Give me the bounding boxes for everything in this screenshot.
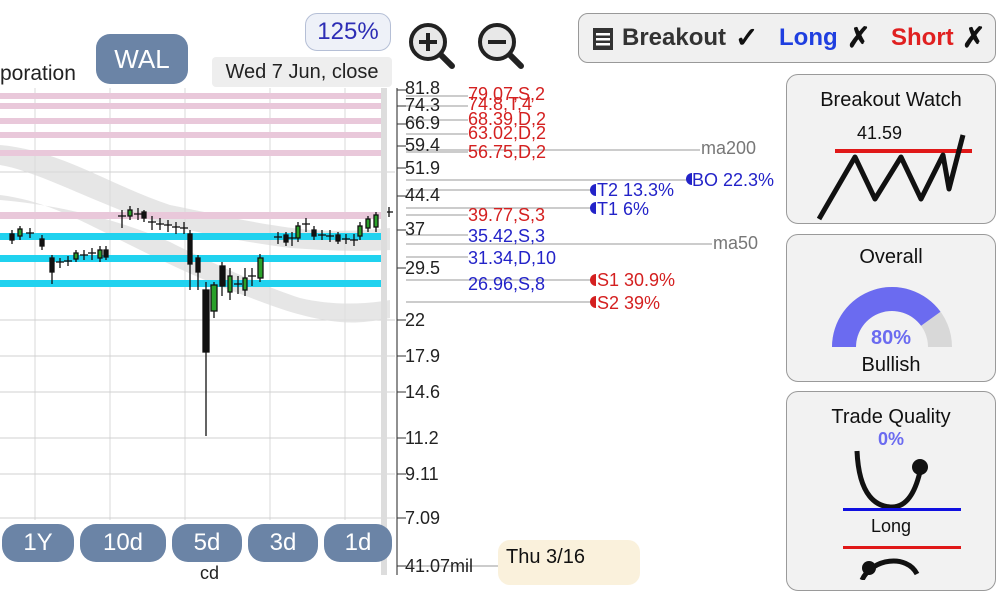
ticker-button[interactable]: WAL: [96, 34, 188, 84]
card-title: Trade Quality: [831, 406, 951, 428]
breakout-check-icon: ✓: [735, 22, 759, 53]
zoom-level-badge[interactable]: 125%: [305, 13, 391, 51]
axis-tick: 11.2: [405, 428, 439, 448]
axis-tick: 17.9: [405, 346, 441, 366]
card-title: Breakout Watch: [820, 89, 962, 111]
breakout-pattern-icon: [817, 134, 972, 221]
long-cross-icon: ✗: [847, 22, 871, 53]
zoom-in-icon[interactable]: [408, 22, 456, 70]
overall-sentiment: Bullish: [861, 354, 921, 376]
zoom-out-icon[interactable]: [477, 22, 525, 70]
short-label[interactable]: Short: [891, 24, 954, 52]
ma200-label: ma200: [701, 138, 757, 158]
level-label: 63.02,D,2: [468, 123, 547, 143]
period-button-5d[interactable]: 5d: [172, 524, 242, 562]
period-button-1d[interactable]: 1d: [324, 524, 392, 562]
axis-tick: 14.6: [405, 382, 441, 402]
axis-tick: 9.11: [405, 464, 439, 484]
date-label: Wed 7 Jun, close: [212, 57, 392, 87]
ma50-label: ma50: [713, 233, 759, 253]
company-name: poration: [0, 62, 76, 85]
period-button-3d[interactable]: 3d: [248, 524, 318, 562]
level-label: 31.34,D,10: [468, 248, 557, 268]
period-button-1y[interactable]: 1Y: [2, 524, 74, 562]
bottom-label: cd: [200, 563, 220, 583]
level-label: 56.75,D,2: [468, 142, 547, 162]
long-underline: [843, 508, 961, 511]
signal-toolbar: Breakout ✓ Long ✗ Short ✗: [578, 13, 996, 63]
level-label: 26.96,S,8: [468, 274, 546, 294]
axis-tick: 7.09: [405, 508, 441, 528]
stop-2-label: S2 39%: [597, 293, 661, 313]
axis-tick: 51.9: [405, 158, 441, 178]
tooltip-date: Thu 3/16: [506, 546, 585, 568]
handle-pattern-icon: [859, 558, 920, 580]
level-label: 35.42,S,3: [468, 226, 546, 246]
axis-tick: 66.9: [405, 113, 441, 133]
card-title: Overall: [859, 246, 923, 268]
breakout-watch-card[interactable]: Breakout Watch 41.59: [786, 74, 996, 224]
long-label[interactable]: Long: [779, 24, 838, 52]
trade-quality-direction: Long: [870, 516, 912, 536]
cup-pattern-icon: [854, 450, 928, 510]
axis-tick: 22: [405, 310, 426, 330]
list-icon[interactable]: [593, 28, 613, 50]
overall-score: 80%: [870, 327, 912, 349]
breakout-label[interactable]: Breakout: [622, 24, 726, 52]
period-button-10d[interactable]: 10d: [80, 524, 166, 562]
axis-tick: 59.4: [405, 135, 441, 155]
axis-tick: 37: [405, 219, 426, 239]
axis-tick: 44.4: [405, 185, 441, 205]
short-cross-icon: ✗: [962, 22, 986, 53]
overall-card[interactable]: Overall 80% Bullish: [786, 234, 996, 382]
breakout-target-label: BO 22.3%: [692, 170, 775, 190]
level-label: 39.77,S,3: [468, 205, 546, 225]
axis-tick: 29.5: [405, 258, 441, 278]
short-underline: [843, 546, 961, 549]
date-tooltip: Thu 3/16: [498, 540, 640, 585]
target-2-label: T2 13.3%: [597, 180, 675, 200]
trade-quality-card[interactable]: Trade Quality 0% Long: [786, 391, 996, 591]
target-1-label: T1 6%: [597, 199, 650, 219]
volume-label: 41.07mil: [405, 556, 474, 576]
stop-1-label: S1 30.9%: [597, 270, 676, 290]
